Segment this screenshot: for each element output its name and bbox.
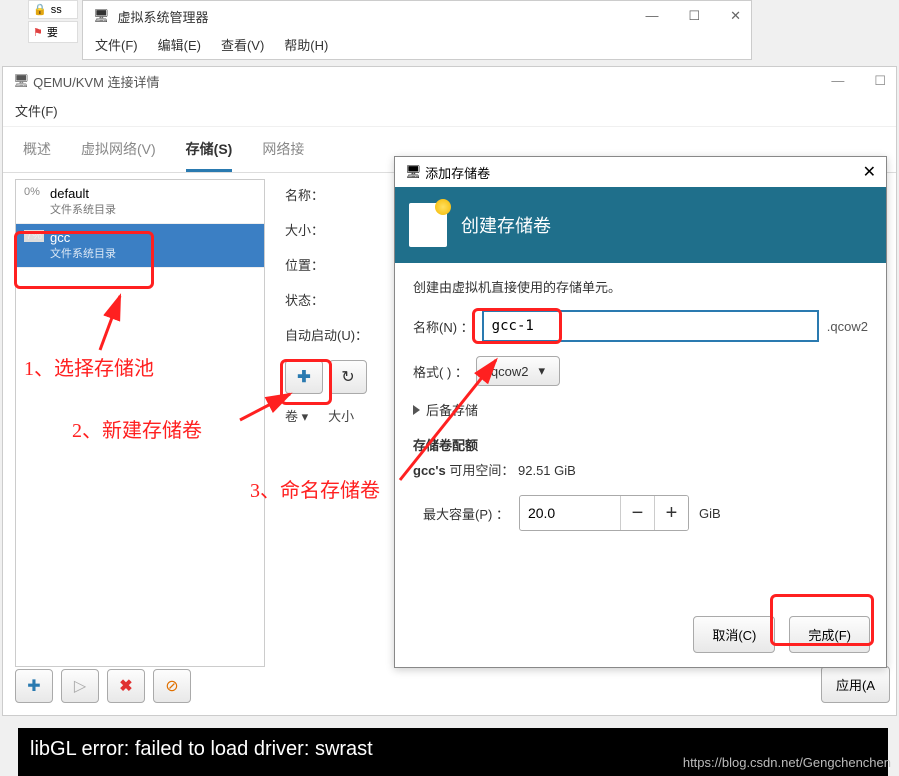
close-icon[interactable]: ✕ [730,8,741,24]
stop-pool-button[interactable]: ✖ [107,669,145,703]
dialog-titlebar: 🖥 添加存储卷 ✕ [395,157,886,187]
dialog-banner-title: 创建存储卷 [461,212,551,238]
conn-titlebar: 🖥 QEMU/KVM 连接详情 — ☐ [3,67,896,95]
capacity-unit: GiB [699,506,721,521]
cancel-button[interactable]: 取消(C) [693,616,775,653]
dialog-description: 创建由虚拟机直接使用的存储单元。 [413,277,868,296]
monitor-icon: 🖥 [93,8,110,24]
tab-virtual-network[interactable]: 虚拟网络(V) [81,139,156,172]
menu-help[interactable]: 帮助(H) [284,35,328,54]
maximize-icon[interactable]: ☐ [688,8,700,24]
delete-pool-button[interactable]: ⊘ [153,669,191,703]
quota-pool-name: gcc's [413,463,446,478]
monitor-icon: 🖥 [13,73,30,89]
watermark-text: https://blog.csdn.net/Gengchenchen [683,755,891,770]
annotation-text-3: 3、命名存储卷 [250,474,380,503]
browser-tabs: 🔒ss ⚑要 [28,0,78,45]
tab-yao[interactable]: ⚑要 [28,21,78,43]
name-extension: .qcow2 [827,319,868,334]
pool-pct: 7% [24,230,44,242]
quota-size: 92.51 GiB [518,463,576,478]
pool-item-default[interactable]: 0% default 文件系统目录 [16,180,264,224]
monitor-icon: 🖥 [405,164,422,180]
chevron-down-icon: ▾ [538,363,545,379]
tab-label: 要 [47,24,58,40]
start-pool-button[interactable]: ▷ [61,669,99,703]
capacity-plus-button[interactable]: + [654,496,688,530]
new-doc-icon [409,203,447,247]
tab-network-interface[interactable]: 网络接 [262,139,304,172]
maximize-icon[interactable]: ☐ [874,73,886,89]
refresh-button[interactable]: ↻ [329,360,367,394]
lock-icon: 🔒 [33,3,47,16]
quota-text: 可用空间： [449,463,514,478]
conn-menubar: 文件(F) [3,95,896,127]
minimize-icon[interactable]: — [645,8,658,24]
dialog-body: 创建由虚拟机直接使用的存储单元。 名称(N) ： .qcow2 格式( ) ： … [395,263,886,545]
vm-manager-titlebar: 🖥 虚拟系统管理器 — ☐ ✕ [83,1,751,31]
quota-info: gcc's 可用空间： 92.51 GiB [413,460,868,479]
size-col-header[interactable]: 大小 [328,406,354,425]
tab-overview[interactable]: 概述 [23,139,51,172]
format-value: qcow2 [491,364,529,379]
apply-button[interactable]: 应用(A [821,666,890,703]
pool-item-gcc[interactable]: 7% gcc 文件系统目录 [16,224,264,268]
volume-name-input[interactable] [482,310,819,342]
name-label: 名称(N) ： [413,317,474,336]
delete-volume-button[interactable] [373,360,393,394]
vm-manager-title: 虚拟系统管理器 [118,7,209,26]
tab-ss[interactable]: 🔒 ss [28,0,78,19]
menu-view[interactable]: 查看(V) [221,35,264,54]
menu-file[interactable]: 文件(F) [15,104,58,119]
finish-button[interactable]: 完成(F) [789,616,870,653]
name-row: 名称(N) ： .qcow2 [413,310,868,342]
dialog-title-text: 添加存储卷 [425,163,490,182]
capacity-minus-button[interactable]: − [620,496,654,530]
tab-storage[interactable]: 存储(S) [186,139,233,172]
pool-type: 文件系统目录 [50,245,116,261]
tab-label: ss [51,4,62,16]
pool-toolbar: ✚ ▷ ✖ ⊘ [15,669,191,703]
menu-edit[interactable]: 编辑(E) [158,35,201,54]
capacity-row: 最大容量(P) ： − + GiB [423,495,868,531]
add-volume-button[interactable]: ✚ [285,360,323,394]
menu-file[interactable]: 文件(F) [95,35,138,54]
pool-type: 文件系统目录 [50,201,116,217]
close-icon[interactable]: ✕ [863,162,876,182]
pool-pct: 0% [24,186,44,198]
capacity-input[interactable] [520,497,620,529]
add-pool-button[interactable]: ✚ [15,669,53,703]
pool-name: default [50,186,116,201]
vm-manager-window: 🖥 虚拟系统管理器 — ☐ ✕ 文件(F) 编辑(E) 查看(V) 帮助(H) [82,0,752,60]
annotation-text-2: 2、新建存储卷 [72,414,202,443]
capacity-label: 最大容量(P) ： [423,504,509,523]
terminal-text: libGL error: failed to load driver: swra… [30,738,373,760]
format-row: 格式( ) ： qcow2 ▾ [413,356,868,386]
backing-store-expander[interactable]: 后备存储 [413,400,868,419]
add-volume-dialog: 🖥 添加存储卷 ✕ 创建存储卷 创建由虚拟机直接使用的存储单元。 名称(N) ：… [394,156,887,668]
format-select[interactable]: qcow2 ▾ [476,356,560,386]
backing-label: 后备存储 [426,400,478,419]
flag-icon: ⚑ [33,26,43,39]
quota-title: 存储卷配额 [413,435,868,454]
vm-manager-menubar: 文件(F) 编辑(E) 查看(V) 帮助(H) [83,31,751,58]
annotation-text-1: 1、选择存储池 [24,352,154,381]
dialog-buttons: 取消(C) 完成(F) [693,616,870,653]
volume-col-header[interactable]: 卷 ▾ [285,406,308,425]
minimize-icon[interactable]: — [831,73,844,89]
conn-title-text: QEMU/KVM 连接详情 [33,72,159,91]
dialog-banner: 创建存储卷 [395,187,886,263]
pool-name: gcc [50,230,116,245]
capacity-stepper: − + [519,495,689,531]
triangle-right-icon [413,405,420,415]
format-label: 格式( ) ： [413,362,468,381]
